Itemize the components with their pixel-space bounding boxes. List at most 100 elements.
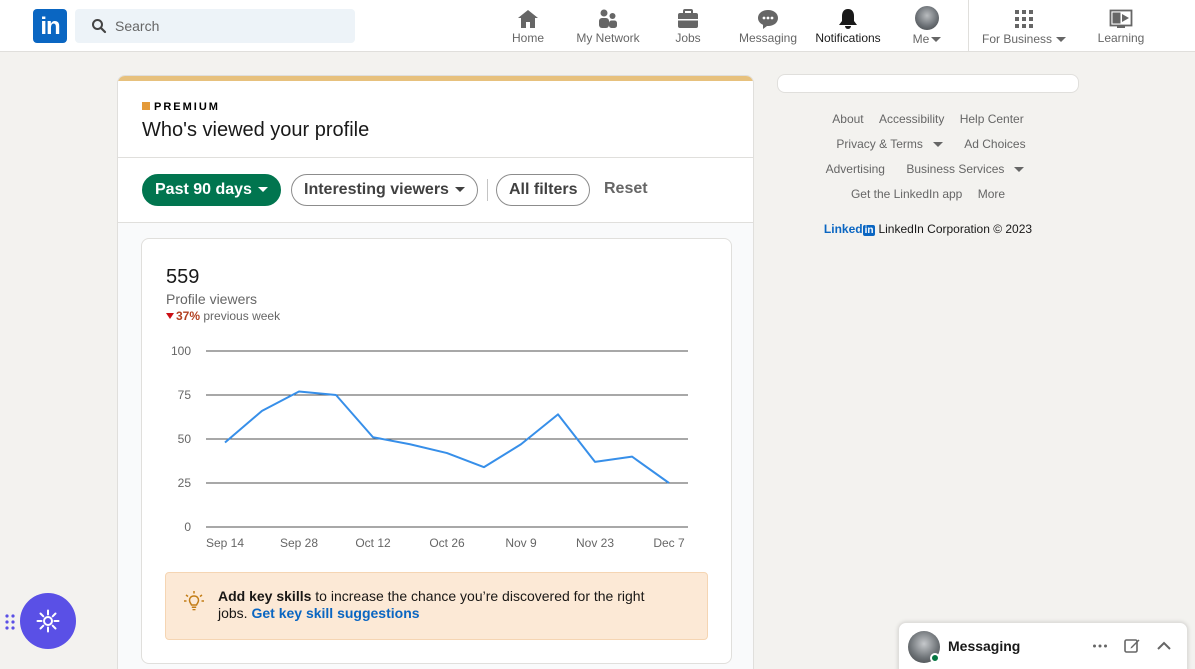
avatar <box>915 6 939 30</box>
footer-more-link[interactable]: More <box>978 187 1005 201</box>
reset-button[interactable]: Reset <box>604 180 648 198</box>
viewer-type-label: Interesting viewers <box>304 181 449 198</box>
more-options-icon[interactable] <box>1091 637 1109 655</box>
copyright-text: LinkedIn Corporation © 2023 <box>878 222 1033 236</box>
chevron-down-icon <box>1014 167 1025 173</box>
nav-my-network-label: My Network <box>576 31 640 45</box>
network-icon <box>599 9 617 28</box>
premium-label: PREMIUM <box>154 101 220 113</box>
profile-viewers-chart: 0 25 50 75 100 Sep 14 Sep 28 Oct 12 Oct 26 Nov 9 N… <box>171 344 688 550</box>
date-range-filter[interactable]: Past 90 days <box>142 174 281 206</box>
trend-indicator: 37% previous week <box>166 309 280 323</box>
trend-label: previous week <box>203 309 281 323</box>
x-tick-label: Sep 28 <box>280 536 318 550</box>
footer-privacy-terms-label: Privacy & Terms <box>836 137 923 151</box>
copyright: Linked in LinkedIn Corporation © 2023 <box>777 222 1079 236</box>
nav-home[interactable]: Home <box>508 0 548 52</box>
all-filters-button[interactable]: All filters <box>496 174 591 206</box>
chevron-down-icon <box>931 37 942 43</box>
viewers-chart-card: 559 Profile viewers 37% previous week 0 2… <box>141 238 732 664</box>
viewers-series-line <box>224 390 670 484</box>
x-tick-label: Sep 14 <box>206 536 244 550</box>
y-tick-label: 25 <box>178 476 192 490</box>
messaging-overlay[interactable]: Messaging <box>898 622 1188 669</box>
x-tick-label: Dec 7 <box>653 536 685 550</box>
briefcase-icon <box>678 9 698 28</box>
top-nav: in Home My Network Jobs Messaging Notifi… <box>0 0 1195 52</box>
nav-me-label: Me <box>912 32 930 46</box>
divider <box>118 157 753 158</box>
compose-icon[interactable] <box>1123 637 1141 655</box>
viewer-count-label: Profile viewers <box>166 291 258 307</box>
nav-notifications-label: Notifications <box>815 31 881 45</box>
chevron-down-icon <box>1056 37 1067 43</box>
chevron-down-icon <box>932 142 943 148</box>
footer-ad-choices-link[interactable]: Ad Choices <box>964 137 1025 151</box>
x-tick-label: Oct 12 <box>355 536 391 550</box>
nav-messaging-label: Messaging <box>738 31 798 45</box>
rail-card <box>777 74 1079 93</box>
nav-home-label: Home <box>511 31 544 45</box>
viewer-type-filter[interactable]: Interesting viewers <box>291 174 478 206</box>
footer-get-app-link[interactable]: Get the LinkedIn app <box>851 187 962 201</box>
skills-tip-text: Add key skills to increase the chance yo… <box>218 588 658 622</box>
online-status-indicator <box>930 653 940 663</box>
page-title: Who's viewed your profile <box>142 119 370 141</box>
nav-jobs-label: Jobs <box>675 31 701 45</box>
skills-tip-title: Add key skills <box>218 588 312 604</box>
x-tick-label: Nov 9 <box>505 536 537 550</box>
viewer-count: 559 <box>166 266 200 288</box>
trend-percent: 37% <box>176 309 201 323</box>
linkedin-wordmark-box: in <box>862 225 876 236</box>
footer-advertising-link[interactable]: Advertising <box>826 162 885 176</box>
search-input[interactable] <box>115 9 345 43</box>
grid-icon <box>1015 10 1033 28</box>
nav-divider <box>968 0 969 52</box>
linkedin-wordmark: Linked <box>823 222 863 236</box>
filter-divider <box>487 179 488 201</box>
footer-help-center-link[interactable]: Help Center <box>960 112 1024 126</box>
learning-icon <box>1109 9 1133 28</box>
nav-for-business-label: For Business <box>981 32 1053 46</box>
premium-icon <box>142 102 150 110</box>
nav-messaging[interactable]: Messaging <box>736 0 800 52</box>
messaging-icon <box>758 10 778 29</box>
x-tick-label: Nov 23 <box>576 536 614 550</box>
profile-views-card: PREMIUM Who's viewed your profile Past 9… <box>117 75 754 669</box>
footer-privacy-terms-link[interactable]: Privacy & Terms <box>830 137 948 151</box>
nav-my-network[interactable]: My Network <box>570 0 646 52</box>
skills-tip: Add key skills to increase the chance yo… <box>165 572 708 640</box>
search-box[interactable] <box>75 9 355 43</box>
chevron-down-icon <box>257 187 268 193</box>
footer-about-link[interactable]: About <box>832 112 863 126</box>
assistant-button[interactable] <box>20 593 76 649</box>
footer-business-services-label: Business Services <box>906 162 1005 176</box>
date-range-label: Past 90 days <box>155 181 252 198</box>
nav-notifications[interactable]: Notifications <box>810 0 886 52</box>
nav-jobs[interactable]: Jobs <box>668 0 708 52</box>
chevron-down-icon <box>454 187 465 193</box>
footer-links: About Accessibility Help Center Privacy … <box>777 112 1079 212</box>
chevron-up-icon[interactable] <box>1155 637 1173 655</box>
y-tick-label: 75 <box>178 388 192 402</box>
skill-suggestions-link[interactable]: Get key skill suggestions <box>251 605 419 621</box>
home-icon <box>518 10 538 28</box>
arrow-down-icon <box>166 313 174 319</box>
y-tick-label: 50 <box>178 432 192 446</box>
lightbulb-icon <box>184 591 204 611</box>
sparkle-icon <box>36 609 60 633</box>
messaging-title: Messaging <box>948 638 1021 654</box>
y-tick-label: 0 <box>184 520 191 534</box>
x-tick-label: Oct 26 <box>429 536 465 550</box>
footer-business-services-link[interactable]: Business Services <box>900 162 1030 176</box>
premium-accent-bar <box>118 76 753 81</box>
nav-me[interactable]: Me <box>904 0 950 52</box>
y-tick-label: 100 <box>171 344 191 358</box>
drag-handle-icon[interactable] <box>4 613 16 631</box>
footer-accessibility-link[interactable]: Accessibility <box>879 112 944 126</box>
nav-learning[interactable]: Learning <box>1092 0 1150 52</box>
nav-learning-label: Learning <box>1097 31 1145 45</box>
search-icon <box>92 19 107 34</box>
nav-for-business[interactable]: For Business <box>978 0 1070 52</box>
linkedin-logo[interactable]: in <box>33 9 67 43</box>
